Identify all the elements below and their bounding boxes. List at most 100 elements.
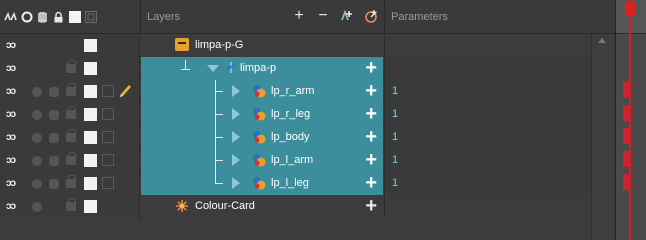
add-layer-button[interactable]: + xyxy=(291,8,307,24)
expand-arrow-icon[interactable] xyxy=(232,154,240,166)
visibility-toggle-icon[interactable]: ɔɔ xyxy=(6,109,16,120)
layer-row[interactable]: ɔɔ lp_r_arm + 1 xyxy=(0,80,591,103)
layer-name: Colour-Card xyxy=(195,200,255,212)
vertical-scrollbar[interactable] xyxy=(591,34,613,240)
keyframe[interactable] xyxy=(623,82,629,98)
playhead-handle[interactable] xyxy=(625,2,635,16)
solo-dot-icon[interactable] xyxy=(32,179,42,189)
layer-name-cell[interactable]: lp_r_arm + xyxy=(141,80,383,103)
expand-arrow-icon[interactable] xyxy=(232,131,240,143)
visibility-toggle-icon[interactable]: ɔɔ xyxy=(6,132,16,143)
layer-row[interactable]: ɔɔ limpa-p-G xyxy=(0,34,591,57)
keyframe[interactable] xyxy=(623,105,629,121)
solo-dot-icon[interactable] xyxy=(32,87,42,97)
thumbnail-toggle[interactable] xyxy=(102,85,114,97)
layer-row[interactable]: ɔɔ Colour-Card + xyxy=(0,195,591,218)
visibility-toggle-icon[interactable]: ɔɔ xyxy=(6,155,16,166)
layer-row[interactable]: ɔɔ lp_l_leg + 1 xyxy=(0,172,591,195)
layer-color-swatch[interactable] xyxy=(84,62,97,75)
lock-toggle-icon[interactable] xyxy=(66,175,76,188)
layer-name: lp_l_leg xyxy=(271,177,309,189)
timeline-cell[interactable] xyxy=(618,149,645,169)
add-child-button[interactable]: + xyxy=(365,58,377,78)
timeline-strip[interactable] xyxy=(615,0,646,240)
timeline-cell[interactable] xyxy=(618,80,645,100)
layer-row[interactable]: ɔɔ limpa-p + xyxy=(0,57,591,80)
expand-arrow-icon[interactable] xyxy=(232,108,240,120)
expand-arrow-icon[interactable] xyxy=(207,65,219,72)
lock-toggle-icon[interactable] xyxy=(66,129,76,142)
lock-toggle-icon[interactable] xyxy=(66,60,76,73)
layer-name-cell[interactable]: lp_l_leg + xyxy=(141,172,383,195)
timeline-cell[interactable] xyxy=(618,126,645,146)
layer-color-swatch[interactable] xyxy=(84,108,97,121)
layer-row[interactable]: ɔɔ lp_l_arm + 1 xyxy=(0,149,591,172)
visibility-toggle-icon[interactable]: ɔɔ xyxy=(6,178,16,189)
thumbnail-toggle[interactable] xyxy=(102,177,114,189)
add-child-button[interactable]: + xyxy=(365,104,377,124)
solo-dot-icon[interactable] xyxy=(32,156,42,166)
animate-icon[interactable] xyxy=(4,11,17,24)
visibility-toggle-icon[interactable]: ɔɔ xyxy=(6,86,16,97)
lock-toggle-icon[interactable] xyxy=(66,152,76,165)
expand-arrow-icon[interactable] xyxy=(232,177,240,189)
layer-name-cell[interactable]: lp_r_leg + xyxy=(141,103,383,126)
keyframe[interactable] xyxy=(623,174,629,190)
add-child-button[interactable]: + xyxy=(365,150,377,170)
database-toggle-icon[interactable] xyxy=(49,179,59,189)
color-swatch-icon[interactable] xyxy=(68,11,81,24)
add-child-button[interactable]: + xyxy=(365,173,377,193)
add-child-button[interactable]: + xyxy=(365,127,377,147)
add-child-button[interactable]: + xyxy=(365,196,377,216)
solo-dot-icon[interactable] xyxy=(32,110,42,120)
layer-row[interactable]: ɔɔ lp_body + 1 xyxy=(0,126,591,149)
solo-dot-icon[interactable] xyxy=(32,133,42,143)
layer-name-cell[interactable]: Colour-Card + xyxy=(141,195,383,218)
scroll-up-arrow-icon[interactable] xyxy=(598,38,606,43)
parameters-cell xyxy=(384,195,591,218)
visibility-toggle-icon[interactable]: ɔɔ xyxy=(6,40,16,51)
thumbnail-icon[interactable] xyxy=(84,11,97,24)
visibility-toggle-icon[interactable]: ɔɔ xyxy=(6,201,16,212)
layer-color-swatch[interactable] xyxy=(84,177,97,190)
add-peg-icon[interactable] xyxy=(339,8,355,24)
lock-toggle-icon[interactable] xyxy=(66,198,76,211)
thumbnail-toggle[interactable] xyxy=(102,131,114,143)
empty-rows-area xyxy=(0,218,591,240)
visibility-toggle-icon[interactable]: ɔɔ xyxy=(6,63,16,74)
keyframe[interactable] xyxy=(623,151,629,167)
layer-name-cell[interactable]: lp_body + xyxy=(141,126,383,149)
lock-icon[interactable] xyxy=(52,11,65,24)
solo-dot-icon[interactable] xyxy=(32,202,42,212)
database-toggle-icon[interactable] xyxy=(49,133,59,143)
add-effect-icon[interactable] xyxy=(363,8,379,24)
add-child-button[interactable]: + xyxy=(365,81,377,101)
remove-layer-button[interactable]: − xyxy=(315,8,331,24)
layer-name-cell[interactable]: lp_l_arm + xyxy=(141,149,383,172)
layer-name-cell[interactable]: limpa-p-G xyxy=(141,34,383,57)
visibility-dot-icon[interactable] xyxy=(20,11,33,24)
timeline-cell[interactable] xyxy=(618,103,645,123)
database-toggle-icon[interactable] xyxy=(49,87,59,97)
lock-toggle-icon[interactable] xyxy=(66,83,76,96)
header-divider xyxy=(140,0,141,34)
group-folder-icon xyxy=(175,38,189,51)
expand-arrow-icon[interactable] xyxy=(232,85,240,97)
layer-color-swatch[interactable] xyxy=(84,200,97,213)
parameters-cell xyxy=(384,34,591,57)
database-toggle-icon[interactable] xyxy=(49,156,59,166)
database-toggle-icon[interactable] xyxy=(49,110,59,120)
layer-name-cell[interactable]: limpa-p + xyxy=(141,57,383,80)
pencil-icon[interactable] xyxy=(118,83,132,99)
lock-toggle-icon[interactable] xyxy=(66,106,76,119)
layer-color-swatch[interactable] xyxy=(84,85,97,98)
keyframe[interactable] xyxy=(623,128,629,144)
timeline-cell[interactable] xyxy=(618,172,645,192)
database-icon[interactable] xyxy=(36,11,49,24)
thumbnail-toggle[interactable] xyxy=(102,154,114,166)
layer-color-swatch[interactable] xyxy=(84,154,97,167)
thumbnail-toggle[interactable] xyxy=(102,108,114,120)
layer-row[interactable]: ɔɔ lp_r_leg + 1 xyxy=(0,103,591,126)
layer-color-swatch[interactable] xyxy=(84,131,97,144)
layer-color-swatch[interactable] xyxy=(84,39,97,52)
